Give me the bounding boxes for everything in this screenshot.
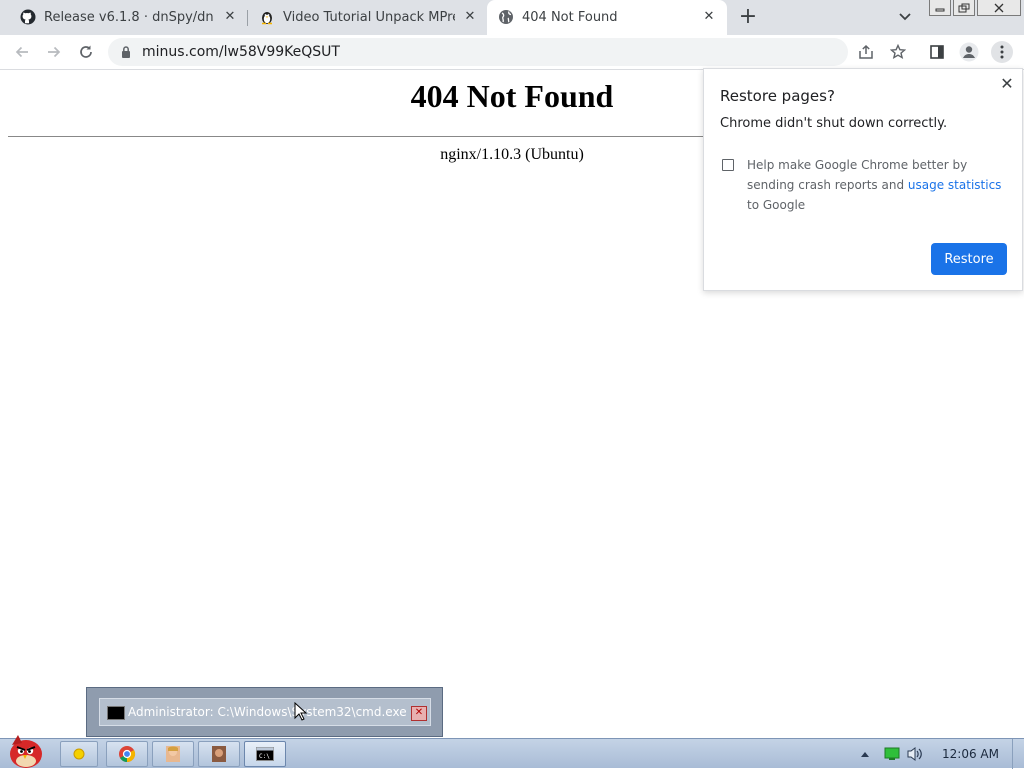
cmd-window-thumbnail[interactable]: Administrator: C:\Windows\System32\cmd.e…: [99, 698, 431, 726]
taskbar-cmd-button[interactable]: C:\: [244, 741, 286, 767]
close-tab-icon[interactable]: ✕: [222, 9, 238, 25]
taskbar-explorer-button[interactable]: [60, 741, 98, 767]
close-tab-icon[interactable]: ✕: [701, 9, 717, 25]
person-photo-icon: [166, 746, 180, 762]
dialog-subtitle: Chrome didn't shut down correctly.: [720, 116, 948, 131]
forward-icon[interactable]: [43, 41, 65, 63]
lock-icon[interactable]: [120, 45, 132, 59]
cmd-icon: [107, 706, 125, 720]
tab-title: Video Tutorial Unpack MPress: [283, 10, 455, 25]
person-photo-icon: [212, 746, 226, 762]
sun-icon: [73, 748, 85, 760]
taskbar-chrome-button[interactable]: [106, 741, 148, 767]
profile-icon[interactable]: [958, 41, 980, 63]
address-bar[interactable]: minus.com/lw58V99KeQSUT: [108, 38, 848, 66]
close-icon[interactable]: ✕: [411, 706, 427, 721]
restore-button[interactable]: Restore: [931, 243, 1007, 275]
thumbnail-title: Administrator: C:\Windows\System32\cmd.e…: [128, 705, 407, 719]
tab-search-chevron-icon[interactable]: [895, 8, 915, 26]
window-controls: [927, 0, 1021, 18]
crash-report-checkbox[interactable]: [722, 159, 734, 171]
tab-dnspy-release[interactable]: Release v6.1.8 · dnSpy/dnSpy · ✕: [0, 0, 246, 35]
minimize-icon[interactable]: [929, 0, 951, 16]
show-desktop-button[interactable]: [1012, 739, 1024, 769]
taskbar-thumbnail-popup: Administrator: C:\Windows\System32\cmd.e…: [86, 687, 443, 737]
checkbox-text-end: to Google: [747, 198, 806, 212]
dialog-title: Restore pages?: [720, 87, 835, 105]
share-icon[interactable]: [855, 41, 877, 63]
restore-pages-dialog: Restore pages? ✕ Chrome didn't shut down…: [703, 68, 1023, 291]
tab-strip: Release v6.1.8 · dnSpy/dnSpy · ✕ Video T…: [0, 0, 1024, 35]
back-icon[interactable]: [11, 41, 33, 63]
bookmark-star-icon[interactable]: [887, 41, 909, 63]
mouse-cursor-icon: [294, 702, 308, 721]
angry-bird-start-icon[interactable]: [2, 731, 50, 769]
svg-text:C:\: C:\: [259, 753, 270, 760]
taskbar-app-button[interactable]: [198, 741, 240, 767]
close-icon[interactable]: ✕: [998, 75, 1016, 93]
side-panel-icon[interactable]: [926, 41, 948, 63]
url-text[interactable]: minus.com/lw58V99KeQSUT: [142, 44, 340, 60]
taskbar-app-button[interactable]: [152, 741, 194, 767]
taskbar-clock[interactable]: 12:06 AM: [942, 747, 999, 761]
show-hidden-icons-icon[interactable]: [860, 750, 870, 758]
menu-kebab-icon[interactable]: [991, 41, 1013, 63]
browser-toolbar: minus.com/lw58V99KeQSUT: [0, 35, 1024, 70]
cmd-icon: C:\: [256, 747, 274, 761]
network-icon[interactable]: [884, 747, 900, 761]
tab-title: 404 Not Found: [522, 10, 618, 25]
tab-title: Release v6.1.8 · dnSpy/dnSpy ·: [44, 10, 214, 25]
checkbox-label: Help make Google Chrome better by sendin…: [747, 155, 1007, 215]
tab-404[interactable]: 404 Not Found ✕: [487, 0, 727, 35]
github-icon: [20, 9, 36, 25]
volume-icon[interactable]: [906, 746, 924, 762]
close-tab-icon[interactable]: ✕: [462, 9, 478, 25]
globe-icon: [499, 10, 513, 24]
restore-window-icon[interactable]: [953, 0, 975, 16]
new-tab-button[interactable]: +: [737, 6, 759, 29]
close-window-icon[interactable]: [977, 0, 1021, 16]
chrome-icon: [119, 746, 136, 763]
reload-icon[interactable]: [75, 41, 97, 63]
usage-statistics-link[interactable]: usage statistics: [908, 178, 1002, 192]
windows-taskbar: C:\ 12:06 AM: [0, 735, 1024, 769]
penguin-icon: [262, 12, 272, 25]
tab-mpress-tutorial[interactable]: Video Tutorial Unpack MPress ✕: [248, 0, 486, 35]
